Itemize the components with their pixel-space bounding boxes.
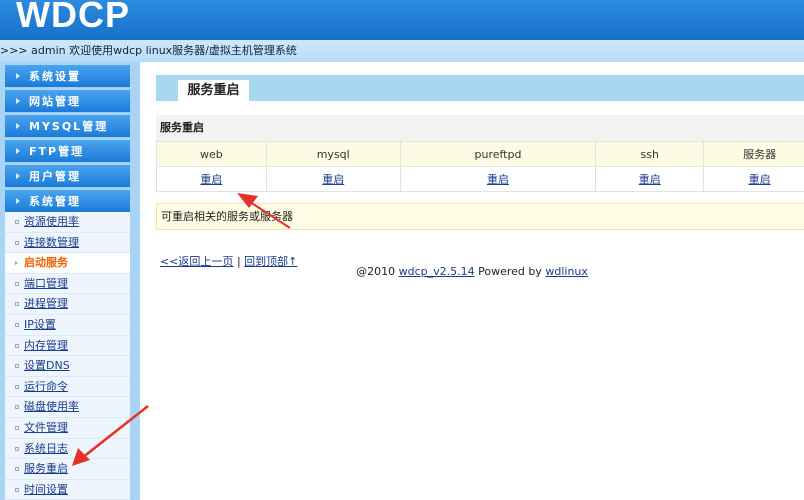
action-cell: 重启 <box>265 166 401 192</box>
breadcrumb: >>> admin 欢迎使用wdcp linux服务器/虚拟主机管理系统 <box>0 40 804 62</box>
header: WDCP <box>0 0 804 40</box>
bullet-icon <box>15 446 19 451</box>
submenu-link[interactable]: IP设置 <box>24 318 56 331</box>
action-cell: 重启 <box>156 166 267 192</box>
submenu-link[interactable]: 运行命令 <box>24 380 68 393</box>
menu-label: 系统管理 <box>29 195 81 208</box>
submenu-link[interactable]: 系统日志 <box>24 442 68 455</box>
submenu-link[interactable]: 服务重启 <box>24 462 68 475</box>
service-table: web mysql pureftpd ssh 服务器 重启 重启 重启 重启 重启 <box>156 141 804 192</box>
bullet-icon <box>15 425 19 430</box>
submenu-item[interactable]: 启动服务 <box>5 253 130 274</box>
triangle-icon <box>16 73 20 79</box>
logo: WDCP <box>16 0 130 35</box>
version-link[interactable]: wdcp_v2.5.14 <box>399 265 475 278</box>
submenu-item[interactable]: 运行命令 <box>5 377 130 398</box>
restart-link[interactable]: 重启 <box>487 173 509 186</box>
submenu-link[interactable]: 启动服务 <box>24 256 68 269</box>
info-note: 可重启相关的服务或服务器 <box>156 203 804 230</box>
triangle-icon <box>16 198 20 204</box>
section-title: 服务重启 <box>156 115 804 141</box>
column-header: 服务器 <box>703 141 804 167</box>
submenu-link[interactable]: 文件管理 <box>24 421 68 434</box>
bullet-icon <box>15 384 19 389</box>
restart-link[interactable]: 重启 <box>322 173 344 186</box>
tab-bar: 服务重启 <box>156 75 804 102</box>
restart-link[interactable]: 重启 <box>639 173 661 186</box>
triangle-icon <box>16 98 20 104</box>
menu-site-management[interactable]: 网站管理 <box>5 90 130 113</box>
bullet-icon <box>15 322 19 327</box>
submenu-link[interactable]: 时间设置 <box>24 483 68 496</box>
powered-by: Powered by <box>474 265 546 278</box>
submenu-link[interactable]: 资源使用率 <box>24 215 79 228</box>
menu-user-management[interactable]: 用户管理 <box>5 165 130 188</box>
column-header: pureftpd <box>399 141 597 167</box>
menu-label: MYSQL管理 <box>29 120 109 133</box>
submenu-item[interactable]: 端口管理 <box>5 274 130 295</box>
brand-link[interactable]: wdlinux <box>545 265 588 278</box>
submenu-link[interactable]: 设置DNS <box>24 359 70 372</box>
submenu-item[interactable]: 连接数管理 <box>5 233 130 254</box>
tab-service-restart[interactable]: 服务重启 <box>178 80 249 102</box>
bullet-icon <box>15 240 19 245</box>
bullet-icon <box>15 281 19 286</box>
bullet-icon <box>15 220 19 224</box>
bullet-icon <box>15 405 19 410</box>
submenu-link[interactable]: 连接数管理 <box>24 236 79 249</box>
bullet-icon <box>15 364 19 369</box>
restart-link[interactable]: 重启 <box>200 173 222 186</box>
submenu-item[interactable]: 进程管理 <box>5 294 130 315</box>
submenu: 资源使用率连接数管理启动服务端口管理进程管理 IP设置内存管理设置DNS 运行命令磁… <box>5 212 130 500</box>
menu-label: 系统设置 <box>29 70 81 83</box>
submenu-link[interactable]: 进程管理 <box>24 297 68 310</box>
submenu-item[interactable]: 系统日志 <box>5 439 130 460</box>
submenu-item[interactable]: 资源使用率 <box>5 212 130 233</box>
submenu-link[interactable]: 磁盘使用率 <box>24 400 79 413</box>
bullet-icon <box>15 302 19 307</box>
triangle-icon <box>16 148 20 154</box>
submenu-link[interactable]: 端口管理 <box>24 277 68 290</box>
footer: @2010 wdcp_v2.5.14 Powered by wdlinux <box>140 265 804 278</box>
menu-system-settings[interactable]: 系统设置 <box>5 65 130 88</box>
bullet-icon <box>15 343 19 348</box>
submenu-item[interactable]: 设置DNS <box>5 356 130 377</box>
menu-ftp-management[interactable]: FTP管理 <box>5 140 130 163</box>
triangle-icon <box>16 123 20 129</box>
submenu-item[interactable]: 内存管理 <box>5 336 130 357</box>
restart-link[interactable]: 重启 <box>749 173 771 186</box>
submenu-item[interactable]: 时间设置 <box>5 480 130 500</box>
bullet-icon <box>15 467 19 472</box>
action-cell: 重启 <box>703 166 804 192</box>
submenu-item[interactable]: 磁盘使用率 <box>5 397 130 418</box>
column-header: mysql <box>265 141 401 167</box>
copyright: @2010 <box>356 265 399 278</box>
triangle-icon <box>16 173 20 179</box>
menu-system-management[interactable]: 系统管理 <box>5 190 130 213</box>
main-content: 服务重启 服务重启 web mysql pureftpd ssh 服务器 重启 重启 重启 重… <box>140 62 804 500</box>
menu-label: 用户管理 <box>29 170 81 183</box>
menu-label: 网站管理 <box>29 95 81 108</box>
action-cell: 重启 <box>595 166 705 192</box>
submenu-item[interactable]: IP设置 <box>5 315 130 336</box>
submenu-item[interactable]: 服务重启 <box>5 459 130 480</box>
action-cell: 重启 <box>399 166 597 192</box>
submenu-item[interactable]: 文件管理 <box>5 418 130 439</box>
bullet-icon <box>15 487 19 492</box>
bullet-icon <box>15 261 18 266</box>
menu-label: FTP管理 <box>29 145 85 158</box>
column-header: ssh <box>595 141 705 167</box>
menu-mysql-management[interactable]: MYSQL管理 <box>5 115 130 138</box>
submenu-link[interactable]: 内存管理 <box>24 339 68 352</box>
column-header: web <box>156 141 267 167</box>
